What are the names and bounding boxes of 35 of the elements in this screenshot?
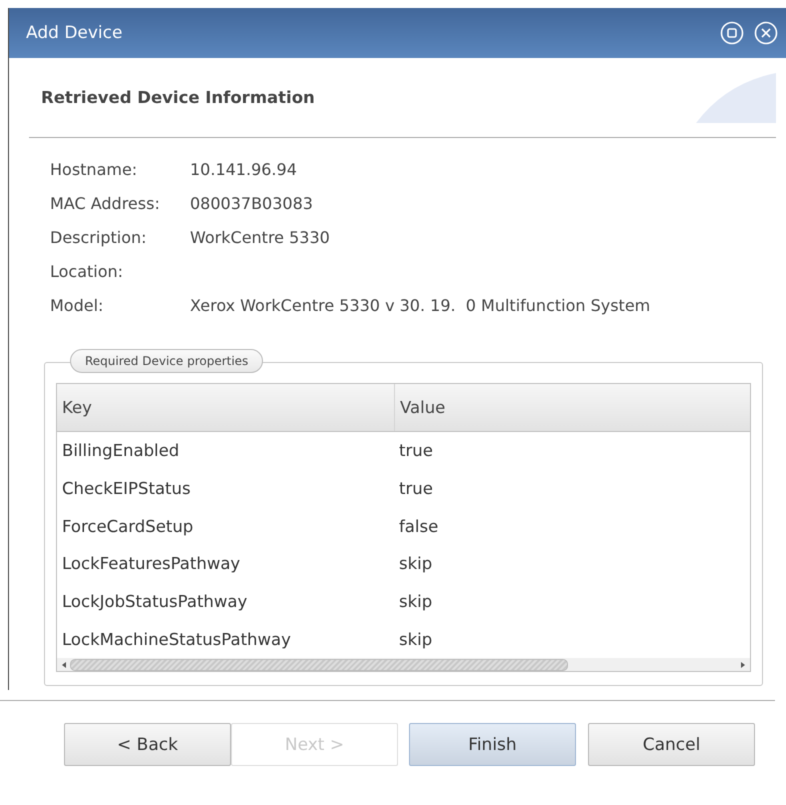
table-cell-text: LockMachineStatusPathway (61, 630, 292, 649)
table-cell-text: skip (398, 630, 434, 649)
table-cell-text: BillingEnabled (61, 441, 180, 460)
close-icon[interactable] (754, 21, 778, 45)
field-value: 10.141.96.94 (190, 159, 298, 181)
wizard-button[interactable]: Cancel (588, 723, 755, 766)
restore-icon[interactable] (720, 21, 744, 45)
column-header[interactable]: Key (57, 384, 395, 431)
table-cell-text: true (398, 441, 434, 460)
table-cell-text: skip (398, 554, 434, 574)
scroll-right-icon[interactable] (739, 660, 747, 669)
window-title: Add Device (26, 23, 122, 43)
field-label: Description: (50, 227, 148, 249)
field-label: Hostname: (50, 159, 138, 181)
table-cell-text: LockFeaturesPathway (61, 554, 242, 574)
table-cell-text: false (398, 516, 440, 536)
field-value: Xerox WorkCentre 5330 v 30. 19. 0 Multifunction System (190, 295, 652, 317)
column-header[interactable]: Value (395, 384, 750, 431)
group-legend: Required Device properties (70, 349, 264, 373)
section-title: Retrieved Device Information (41, 88, 315, 107)
table-cell-text: skip (398, 592, 434, 612)
field-value: WorkCentre 5330 (190, 227, 331, 249)
field-label: Model: (50, 295, 104, 317)
table-cell-text: ForceCardSetup (61, 516, 194, 536)
field-value: 080037B03083 (190, 193, 314, 215)
horizontal-scrollbar[interactable] (57, 658, 750, 672)
scroll-left-icon[interactable] (60, 660, 68, 669)
table-cell-text: LockJobStatusPathway (61, 592, 248, 612)
wizard-button[interactable]: < Back (64, 723, 231, 766)
table-cell-text: CheckEIPStatus (61, 479, 192, 498)
scrollbar-thumb[interactable] (70, 658, 568, 671)
wizard-button[interactable]: Finish (409, 723, 576, 766)
table-cell-text: true (398, 479, 434, 498)
field-label: MAC Address: (50, 193, 161, 215)
field-label: Location: (50, 261, 124, 283)
